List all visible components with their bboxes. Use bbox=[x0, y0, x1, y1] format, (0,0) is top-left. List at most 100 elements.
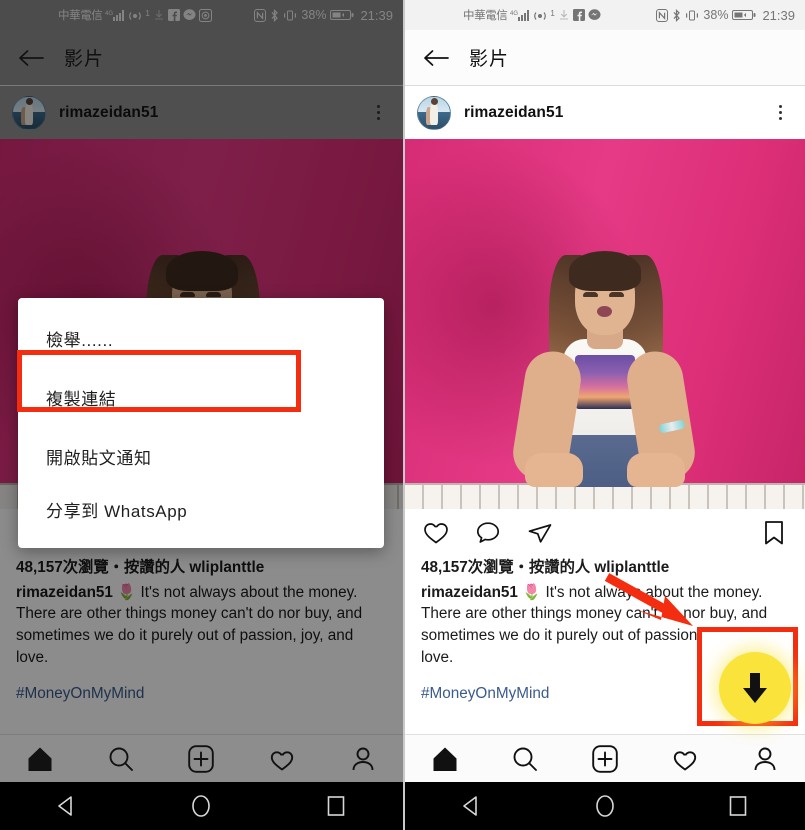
mouth bbox=[597, 306, 612, 317]
home-nav-icon[interactable] bbox=[582, 786, 628, 826]
instagram-tabbar-right bbox=[405, 734, 805, 782]
hotspot-icon bbox=[533, 9, 547, 22]
post-caption-left: 48,157次瀏覽・按讚的人 wliplanttle rimazeidan51 … bbox=[0, 557, 403, 704]
post-username[interactable]: rimazeidan51 bbox=[59, 104, 158, 122]
post-username[interactable]: rimazeidan51 bbox=[464, 104, 563, 122]
comment-icon[interactable] bbox=[473, 518, 503, 548]
app-bar-right: 影片 bbox=[405, 30, 805, 86]
caption-hashtag[interactable]: #MoneyOnMyMind bbox=[16, 683, 387, 705]
vibrate-icon bbox=[685, 9, 699, 22]
options-dialog: 檢舉...... 複製連結 開啟貼文通知 分享到 WhatsApp bbox=[18, 298, 384, 548]
save-icon[interactable] bbox=[759, 518, 789, 548]
home-nav-icon[interactable] bbox=[178, 786, 224, 826]
signal-icon: 4G bbox=[105, 9, 125, 22]
sim-index-label: 1 bbox=[550, 9, 555, 18]
nfc-icon bbox=[656, 8, 669, 22]
status-bar-right: 中華電信 4G 1 38% 21:39 bbox=[405, 0, 805, 30]
back-nav-icon[interactable] bbox=[449, 786, 495, 826]
post-media-right[interactable] bbox=[405, 139, 805, 509]
dialog-item-share-whatsapp[interactable]: 分享到 WhatsApp bbox=[18, 483, 384, 536]
caption-body: rimazeidan51 🌷 It's not always about the… bbox=[16, 582, 387, 669]
photo-subject bbox=[509, 247, 699, 487]
bluetooth-icon bbox=[270, 8, 279, 22]
android-navbar-right bbox=[405, 782, 805, 830]
status-bar-right-group: 38% 21:39 bbox=[656, 8, 795, 23]
shirt-graphic bbox=[575, 355, 635, 409]
battery-icon bbox=[732, 9, 756, 21]
status-bar-left-group: 中華電信 4G 1 bbox=[10, 7, 254, 23]
caption-username[interactable]: rimazeidan51 bbox=[16, 584, 113, 601]
activity-icon[interactable] bbox=[670, 744, 700, 774]
left-phone-panel: 中華電信 4G 1 38% 21:39 影片 rimazeidan51 48,1… bbox=[0, 0, 403, 830]
home-icon[interactable] bbox=[430, 744, 460, 774]
download-icon bbox=[153, 9, 165, 21]
screenshot-stage: 中華電信 4G 1 38% 21:39 影片 rimazeidan51 48,1… bbox=[0, 0, 805, 830]
search-icon[interactable] bbox=[510, 744, 540, 774]
facebook-icon bbox=[167, 9, 180, 21]
activity-icon[interactable] bbox=[267, 744, 297, 774]
eye-right bbox=[609, 292, 624, 297]
page-title: 影片 bbox=[469, 49, 510, 70]
eye-left bbox=[583, 292, 598, 297]
carrier-label: 中華電信 bbox=[463, 10, 508, 22]
instagram-tabbar-left bbox=[0, 734, 403, 782]
caption-username[interactable]: rimazeidan51 bbox=[421, 584, 518, 601]
avatar[interactable] bbox=[12, 95, 46, 130]
clock-label: 21:39 bbox=[360, 7, 393, 23]
hair-top bbox=[569, 251, 641, 291]
recents-nav-icon[interactable] bbox=[313, 786, 359, 826]
battery-percent-label: 38% bbox=[703, 8, 729, 22]
page-title: 影片 bbox=[64, 49, 105, 70]
svg-text:4G: 4G bbox=[510, 11, 518, 17]
dialog-item-post-notifications[interactable]: 開啟貼文通知 bbox=[18, 430, 384, 483]
status-bar-left-group: 中華電信 4G 1 bbox=[415, 7, 656, 23]
svg-text:4G: 4G bbox=[105, 11, 113, 17]
share-icon[interactable] bbox=[525, 518, 555, 548]
hotspot-icon bbox=[128, 9, 142, 22]
messenger-icon bbox=[588, 9, 601, 21]
app-bar-left: 影片 bbox=[0, 30, 403, 86]
status-bar-right-group: 38% 21:39 bbox=[254, 8, 393, 23]
copy-link-highlight-box bbox=[17, 350, 301, 412]
more-options-icon[interactable] bbox=[767, 98, 793, 128]
search-icon[interactable] bbox=[106, 744, 136, 774]
carrier-label: 中華電信 bbox=[58, 10, 103, 22]
avatar-figure bbox=[25, 97, 34, 126]
hand-right bbox=[627, 453, 685, 487]
add-post-icon[interactable] bbox=[590, 744, 620, 774]
battery-percent-label: 38% bbox=[301, 8, 327, 22]
eye-right bbox=[205, 292, 221, 297]
like-icon[interactable] bbox=[421, 518, 451, 548]
android-navbar-left bbox=[0, 782, 403, 830]
post-header-left: rimazeidan51 bbox=[0, 86, 403, 139]
hand-left bbox=[525, 453, 583, 487]
avatar-figure bbox=[430, 97, 439, 126]
vibrate-icon bbox=[283, 9, 297, 22]
sim-superscript: 1 bbox=[550, 10, 554, 18]
eye-left bbox=[179, 292, 195, 297]
download-arrow-icon bbox=[743, 673, 767, 703]
add-post-icon[interactable] bbox=[186, 744, 216, 774]
bluetooth-icon bbox=[672, 8, 681, 22]
profile-icon[interactable] bbox=[750, 744, 780, 774]
signal-icon: 4G bbox=[510, 9, 530, 22]
more-options-icon[interactable] bbox=[365, 98, 391, 128]
battery-icon bbox=[330, 9, 354, 21]
back-arrow-icon[interactable] bbox=[14, 41, 48, 75]
facebook-icon bbox=[572, 9, 585, 21]
post-actions-right bbox=[405, 509, 805, 557]
back-arrow-icon[interactable] bbox=[419, 41, 453, 75]
sim-superscript: 1 bbox=[145, 10, 149, 18]
view-count: 48,157次瀏覽・按讚的人 wliplanttle bbox=[16, 559, 265, 576]
profile-icon[interactable] bbox=[348, 744, 378, 774]
download-arrow-button[interactable] bbox=[719, 652, 791, 724]
camera-app-icon bbox=[198, 8, 212, 22]
back-nav-icon[interactable] bbox=[44, 786, 90, 826]
avatar[interactable] bbox=[417, 95, 451, 130]
view-count: 48,157次瀏覽・按讚的人 wliplanttle bbox=[421, 559, 670, 576]
tulip-emoji: 🌷 bbox=[117, 583, 137, 601]
recents-nav-icon[interactable] bbox=[715, 786, 761, 826]
messenger-icon bbox=[183, 9, 196, 21]
home-icon[interactable] bbox=[25, 744, 55, 774]
tulip-emoji: 🌷 bbox=[522, 583, 542, 601]
